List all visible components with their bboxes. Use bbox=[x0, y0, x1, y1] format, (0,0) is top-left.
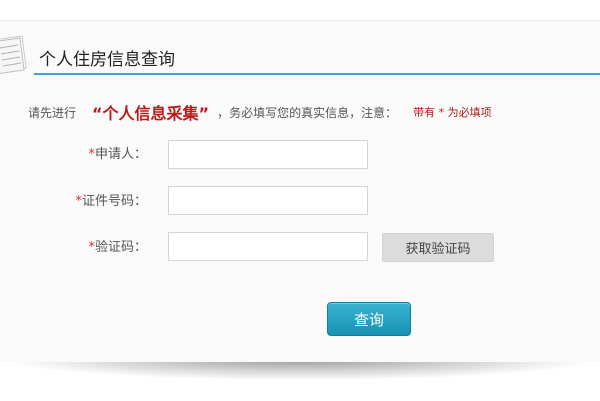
applicant-input[interactable] bbox=[168, 140, 368, 169]
notice-text: 请先进行 “个人信息采集” ，务必填写您的真实信息，注意： 带有 * 为必填项 bbox=[28, 100, 492, 124]
get-code-button[interactable]: 获取验证码 bbox=[382, 233, 494, 262]
id-number-label: *证件号码： bbox=[75, 194, 147, 209]
page: 个人住房信息查询 请先进行 “个人信息采集” ，务必填写您的真实信息，注意： 带… bbox=[0, 0, 600, 401]
page-title: 个人住房信息查询 bbox=[39, 50, 175, 70]
notice-middle: ，务必填写您的真实信息，注意： bbox=[217, 105, 398, 120]
captcha-input[interactable] bbox=[168, 232, 368, 261]
required-note: 带有 * 为必填项 bbox=[413, 106, 492, 119]
document-icon bbox=[0, 35, 27, 74]
notice-prefix: 请先进行 bbox=[28, 105, 77, 120]
query-button[interactable]: 查询 bbox=[327, 302, 411, 336]
notice-highlight: “个人信息采集” bbox=[92, 104, 210, 123]
id-number-input[interactable] bbox=[168, 186, 368, 215]
applicant-label: *申请人： bbox=[88, 147, 147, 162]
captcha-label: *验证码： bbox=[88, 240, 147, 255]
title-bar: 个人住房信息查询 bbox=[34, 50, 600, 75]
